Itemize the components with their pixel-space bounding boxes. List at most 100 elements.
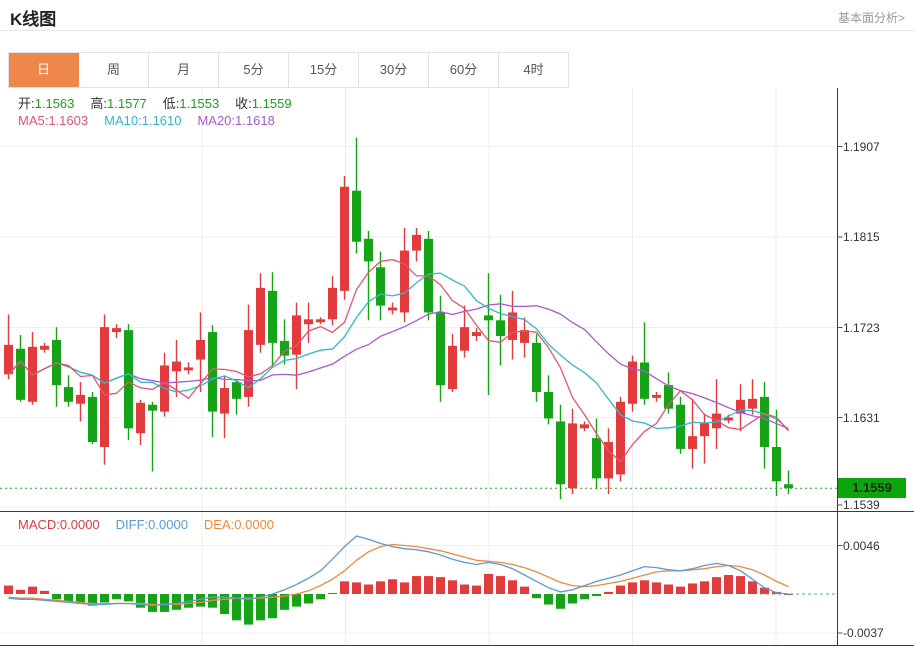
macd-histogram-bar: [688, 583, 697, 594]
macd-histogram-bar: [40, 591, 49, 594]
ohlc-close: 收:1.1559: [235, 96, 291, 111]
ohlc-high: 高:1.1577: [90, 96, 146, 111]
macd-histogram-bar: [376, 581, 385, 594]
candle-body: [148, 405, 157, 411]
candle-body: [280, 341, 289, 356]
ma-label: MA10:: [104, 113, 142, 128]
ma-item: MA10:1.1610: [104, 113, 181, 128]
candle-body: [124, 330, 133, 428]
ma-value: 1.1610: [142, 113, 182, 128]
macd-histogram-bar: [568, 594, 577, 603]
candle-body: [136, 403, 145, 433]
macd-histogram-bar: [112, 594, 121, 599]
candle-body: [400, 251, 409, 313]
macd-histogram-bar: [436, 577, 445, 594]
candle-body: [328, 288, 337, 319]
candle-body: [40, 346, 49, 350]
macd-label: MACD:: [18, 517, 60, 532]
candle-body: [556, 421, 565, 484]
ma-value: 1.1618: [235, 113, 275, 128]
macd-histogram-bar: [124, 594, 133, 601]
macd-histogram-bar: [424, 576, 433, 594]
candle-body: [760, 397, 769, 447]
macd-histogram-bar: [364, 585, 373, 594]
candle-body: [700, 423, 709, 436]
macd-histogram-bar: [532, 594, 541, 598]
macd-histogram-bar: [292, 594, 301, 607]
macd-legend: MACD:0.0000DIFF:0.0000DEA:0.0000: [18, 517, 290, 532]
current-price-badge: 1.1559: [838, 478, 906, 498]
macd-label: DIFF:: [116, 517, 149, 532]
candle-body: [304, 319, 313, 324]
macd-histogram-bar: [544, 594, 553, 605]
candle-body: [16, 349, 25, 400]
macd-histogram-bar: [4, 586, 13, 594]
candle-body: [292, 315, 301, 354]
price-axis-label: 1.1815: [843, 230, 880, 244]
macd-label: DEA:: [204, 517, 234, 532]
candle-body: [88, 397, 97, 442]
candle-body: [112, 328, 121, 332]
high-label: 高:: [90, 96, 107, 111]
candle-body: [4, 345, 13, 374]
candle-body: [688, 436, 697, 449]
candle-body: [616, 402, 625, 475]
macd-histogram-bar: [316, 594, 325, 599]
candle-body: [196, 340, 205, 360]
macd-histogram-bar: [496, 576, 505, 594]
macd-histogram-bar: [340, 581, 349, 594]
candle-body: [340, 187, 349, 291]
candle-body: [388, 308, 397, 311]
ma-item: MA20:1.1618: [197, 113, 274, 128]
macd-histogram-bar: [508, 580, 517, 594]
candle-body: [364, 239, 373, 262]
macd-histogram-bar: [412, 576, 421, 594]
candle-body: [256, 288, 265, 345]
macd-histogram-bar: [472, 586, 481, 594]
macd-histogram-bar: [136, 594, 145, 608]
ma-label: MA5:: [18, 113, 48, 128]
price-axis-label: 1.1907: [843, 140, 880, 154]
macd-histogram-bar: [328, 593, 337, 594]
candle-body: [448, 346, 457, 389]
macd-histogram-bar: [160, 594, 169, 612]
candle-body: [580, 424, 589, 428]
candle-body: [544, 392, 553, 419]
macd-histogram-bar: [172, 594, 181, 610]
candle-body: [532, 343, 541, 392]
candle-body: [184, 367, 193, 370]
candle-body: [232, 382, 241, 399]
candle-body: [460, 327, 469, 351]
macd-histogram-bar: [388, 579, 397, 594]
macd-histogram-bar: [304, 594, 313, 603]
macd-axis-label: 0.0046: [843, 539, 880, 553]
candle-body: [748, 399, 757, 409]
macd-histogram-bar: [712, 577, 721, 594]
macd-value: 0.0000: [148, 517, 188, 532]
candle-body: [652, 395, 661, 398]
ma-legend: MA5:1.1603 MA10:1.1610 MA20:1.1618: [18, 113, 291, 128]
candle-body: [376, 267, 385, 305]
price-axis-label: 1.1631: [843, 411, 880, 425]
candle-body: [64, 387, 73, 402]
macd-histogram-bar: [580, 594, 589, 599]
macd-histogram-bar: [556, 594, 565, 609]
open-label: 开:: [18, 96, 35, 111]
close-value: 1.1559: [252, 96, 292, 111]
candle-body: [496, 320, 505, 336]
price-axis-label: 1.1723: [843, 321, 880, 335]
macd-item: DIFF:0.0000: [116, 517, 188, 532]
low-value: 1.1553: [179, 96, 219, 111]
candle-body: [100, 327, 109, 447]
ohlc-open: 开:1.1563: [18, 96, 74, 111]
macd-histogram-bar: [676, 587, 685, 594]
ma-item: MA5:1.1603: [18, 113, 88, 128]
macd-histogram-bar: [724, 575, 733, 594]
macd-histogram-bar: [664, 585, 673, 594]
macd-axis-label: -0.0037: [843, 626, 884, 640]
ma-value: 1.1603: [48, 113, 88, 128]
macd-histogram-bar: [748, 581, 757, 594]
macd-histogram-bar: [700, 581, 709, 594]
candle-body: [316, 319, 325, 322]
candle-body: [484, 315, 493, 320]
